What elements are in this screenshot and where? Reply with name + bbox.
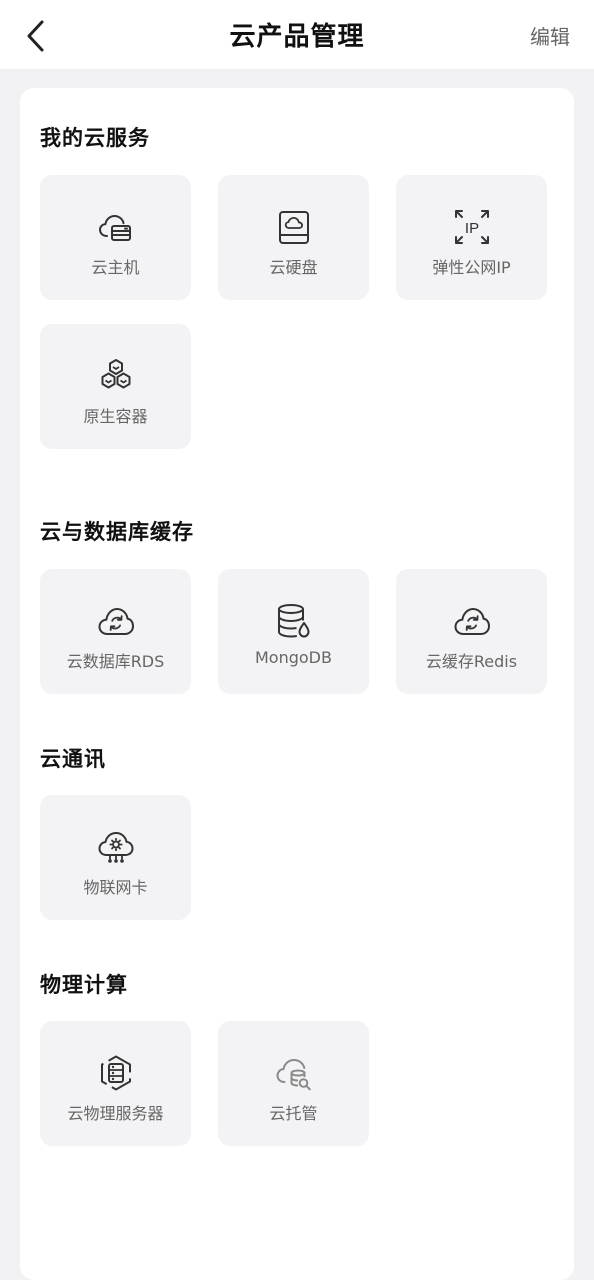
section-title-cloud-communications: 云通讯 [40,747,106,771]
container-icon [96,356,136,396]
page-title: 云产品管理 [229,22,365,52]
tile-label: 云缓存Redis [425,652,518,671]
cloud-disk-icon [274,207,314,247]
tile-elastic-ip[interactable]: IP 弹性公网IP [396,175,547,300]
tile-cloud-hosting[interactable]: 云托管 [218,1021,369,1146]
tile-mongodb[interactable]: MongoDB [218,569,369,694]
header: 云产品管理 编辑 [0,0,594,70]
database-icon [274,601,314,641]
section-title-database-cache: 云与数据库缓存 [40,520,194,544]
iot-cloud-icon [96,827,136,867]
tile-label: 云主机 [91,258,140,277]
tile-label: 云硬盘 [269,258,318,277]
tile-iot-card[interactable]: 物联网卡 [40,795,191,920]
tile-label: 原生容器 [83,407,148,426]
cloud-refresh-icon [96,601,136,641]
tile-label: 云托管 [269,1104,318,1123]
hexagon-server-icon [96,1053,136,1093]
tile-cloud-disk[interactable]: 云硬盘 [218,175,369,300]
tile-native-container[interactable]: 原生容器 [40,324,191,449]
tile-label: MongoDB [255,648,332,667]
tile-cloud-rds[interactable]: 云数据库RDS [40,569,191,694]
elastic-ip-icon: IP [452,207,492,247]
cloud-refresh-icon [452,601,492,641]
tile-label: 云数据库RDS [66,652,165,671]
tile-cloud-physical-server[interactable]: 云物理服务器 [40,1021,191,1146]
section-title-my-cloud-services: 我的云服务 [40,126,150,150]
cloud-server-icon [96,207,136,247]
tile-label: 物联网卡 [83,878,148,897]
edit-button[interactable]: 编辑 [530,18,570,54]
cloud-hosting-icon [274,1053,314,1093]
tile-label: 云物理服务器 [67,1104,164,1123]
tile-cloud-redis[interactable]: 云缓存Redis [396,569,547,694]
content-card: 我的云服务 云主机 云硬盘 IP 弹性公网IP 原生容器 云与数据库缓存 云数据… [20,88,574,1280]
svg-text:IP: IP [464,220,478,237]
section-title-physical-computing: 物理计算 [40,973,128,997]
tile-label: 弹性公网IP [432,258,511,277]
tile-cloud-server[interactable]: 云主机 [40,175,191,300]
